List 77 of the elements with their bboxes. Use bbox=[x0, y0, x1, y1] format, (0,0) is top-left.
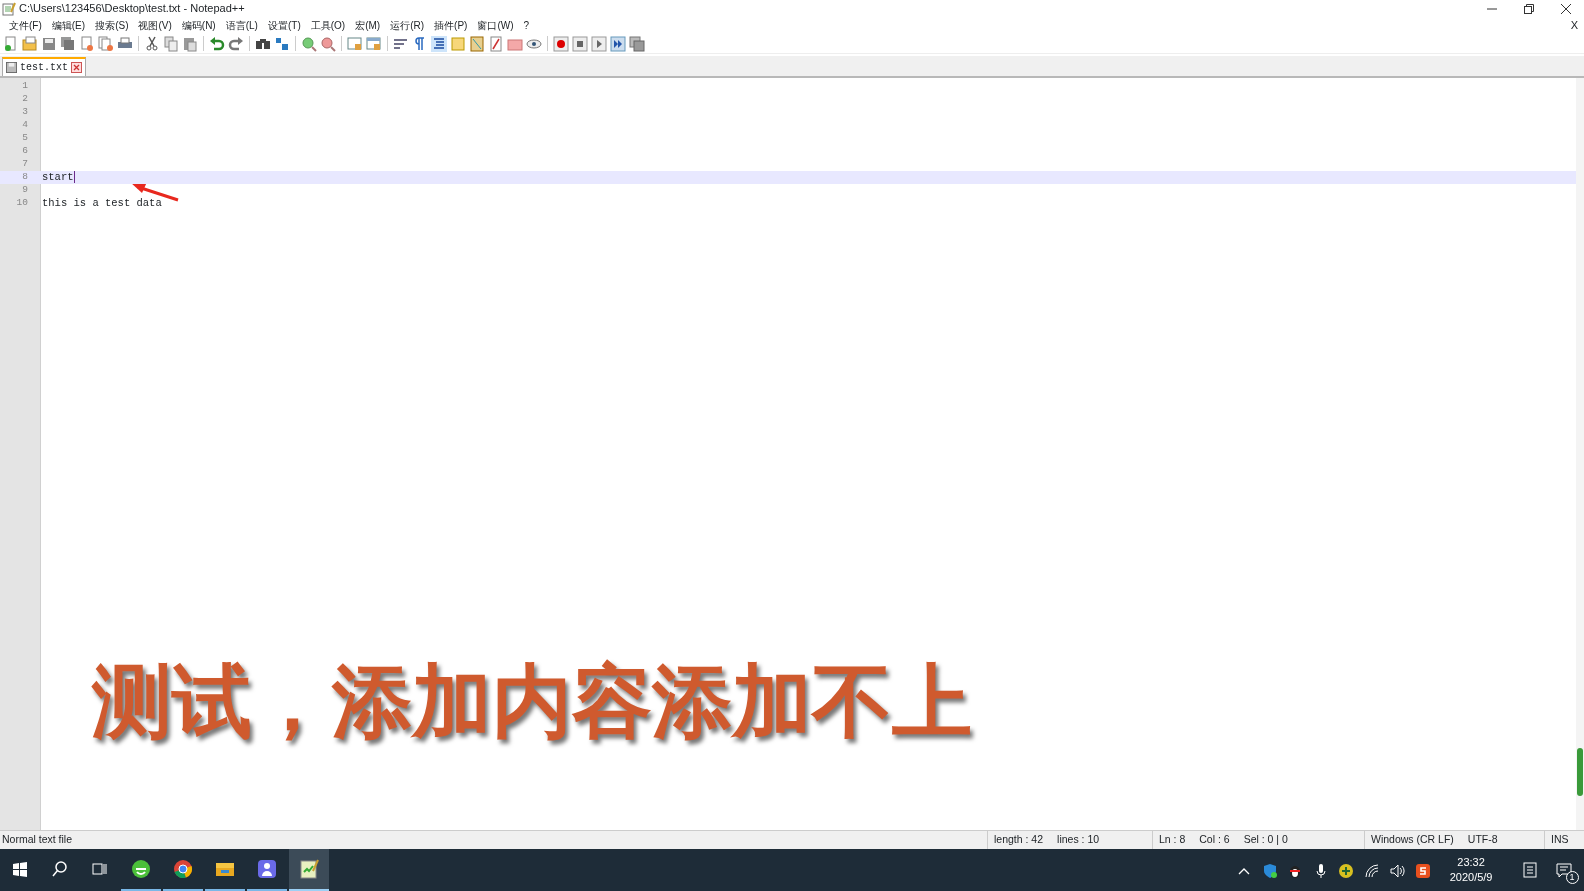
fast-forward-icon[interactable] bbox=[610, 35, 626, 52]
redo-icon[interactable] bbox=[228, 35, 244, 52]
code-line: this is a test data bbox=[42, 197, 162, 210]
scroll-thumb[interactable] bbox=[1577, 748, 1583, 796]
line-number: 5 bbox=[21, 131, 28, 146]
indent-guide-icon[interactable] bbox=[431, 35, 447, 52]
paste-icon[interactable] bbox=[182, 35, 198, 52]
line-number: 10 bbox=[15, 196, 28, 211]
line-number: 4 bbox=[21, 118, 28, 133]
status-text: INS bbox=[1551, 832, 1569, 848]
record-icon[interactable] bbox=[553, 35, 569, 52]
save-icon[interactable] bbox=[41, 35, 57, 52]
zoom-out-icon[interactable] bbox=[320, 35, 336, 52]
browser-icon[interactable] bbox=[131, 859, 151, 879]
code-line: start bbox=[42, 171, 75, 184]
browser-icon[interactable] bbox=[173, 859, 193, 879]
start-icon[interactable] bbox=[12, 861, 28, 877]
status-text: Windows (CR LF) bbox=[1371, 832, 1454, 848]
line-number: 3 bbox=[21, 105, 28, 120]
line-number: 9 bbox=[21, 183, 28, 198]
line-number: 8 bbox=[21, 170, 28, 185]
clock[interactable]: 23:32 2020/5/9 bbox=[1449, 855, 1493, 885]
menu-item[interactable]: 窗口(W) bbox=[472, 18, 519, 33]
open-folder-icon[interactable] bbox=[22, 35, 38, 52]
message-icon[interactable] bbox=[1555, 862, 1572, 878]
menu-item[interactable]: 插件(P) bbox=[429, 18, 473, 33]
close-all-icon[interactable] bbox=[98, 35, 114, 52]
plus-circle-icon[interactable] bbox=[1338, 862, 1355, 879]
tab-label: test.txt bbox=[20, 61, 68, 75]
menu-item[interactable]: 语言(L) bbox=[220, 18, 263, 33]
notification-badge: 1 bbox=[1565, 871, 1579, 884]
menu-item[interactable]: ? bbox=[518, 18, 535, 33]
cut-icon[interactable] bbox=[144, 35, 160, 52]
status-text: length : 42 bbox=[994, 832, 1044, 848]
task-view-icon[interactable] bbox=[92, 861, 108, 877]
menu-item[interactable]: 文件(F) bbox=[4, 18, 47, 33]
speaker-icon[interactable] bbox=[1389, 862, 1406, 879]
status-text: lines : 10 bbox=[1057, 832, 1100, 848]
input-method-icon[interactable] bbox=[1414, 862, 1431, 879]
status-text: Normal text file bbox=[2, 832, 73, 848]
wifi-icon[interactable] bbox=[1363, 862, 1380, 879]
menu-item[interactable]: 视图(V) bbox=[133, 18, 177, 33]
window-title: C:\Users\123456\Desktop\test.txt - Notepad++ bbox=[19, 1, 245, 17]
line-number: 2 bbox=[21, 92, 28, 107]
status-text: UTF-8 bbox=[1467, 832, 1498, 848]
shield-icon[interactable] bbox=[1261, 862, 1278, 879]
menu-item[interactable]: 编码(N) bbox=[176, 18, 221, 33]
text-cursor bbox=[73, 171, 75, 184]
file-tab[interactable]: test.txt bbox=[2, 57, 86, 76]
search-icon[interactable] bbox=[52, 861, 68, 877]
stop-icon[interactable] bbox=[572, 35, 588, 52]
close-file-icon[interactable] bbox=[79, 35, 95, 52]
play-icon[interactable] bbox=[591, 35, 607, 52]
status-text: Ln : 8 bbox=[1159, 832, 1186, 848]
close-document-button[interactable]: X bbox=[1570, 17, 1578, 34]
caption-overlay: 测试，添加内容添加不上 bbox=[92, 658, 972, 746]
line-number: 6 bbox=[21, 144, 28, 159]
line-number: 1 bbox=[21, 79, 28, 94]
menu-item[interactable]: 搜索(S) bbox=[90, 18, 134, 33]
menu-item[interactable]: 工具(O) bbox=[305, 18, 351, 33]
menu-item[interactable]: 编辑(E) bbox=[46, 18, 91, 33]
new-file-icon[interactable] bbox=[3, 35, 19, 52]
save-all-icon[interactable] bbox=[60, 35, 76, 52]
undo-icon[interactable] bbox=[209, 35, 225, 52]
save-icon bbox=[6, 62, 17, 73]
status-text: Col : 6 bbox=[1199, 832, 1230, 848]
menu-item[interactable]: 宏(M) bbox=[350, 18, 386, 33]
line-number: 7 bbox=[21, 157, 28, 172]
zoom-in-icon[interactable] bbox=[301, 35, 317, 52]
notepad-icon[interactable] bbox=[299, 859, 319, 879]
status-text: Sel : 0 | 0 bbox=[1243, 832, 1288, 848]
menu-item[interactable]: 运行(R) bbox=[385, 18, 430, 33]
close-icon[interactable] bbox=[1560, 3, 1571, 14]
restore-icon[interactable] bbox=[1523, 3, 1534, 14]
notepad-icon bbox=[2, 1, 16, 16]
person-icon[interactable] bbox=[257, 859, 277, 879]
menu-item[interactable]: 设置(T) bbox=[262, 18, 306, 33]
